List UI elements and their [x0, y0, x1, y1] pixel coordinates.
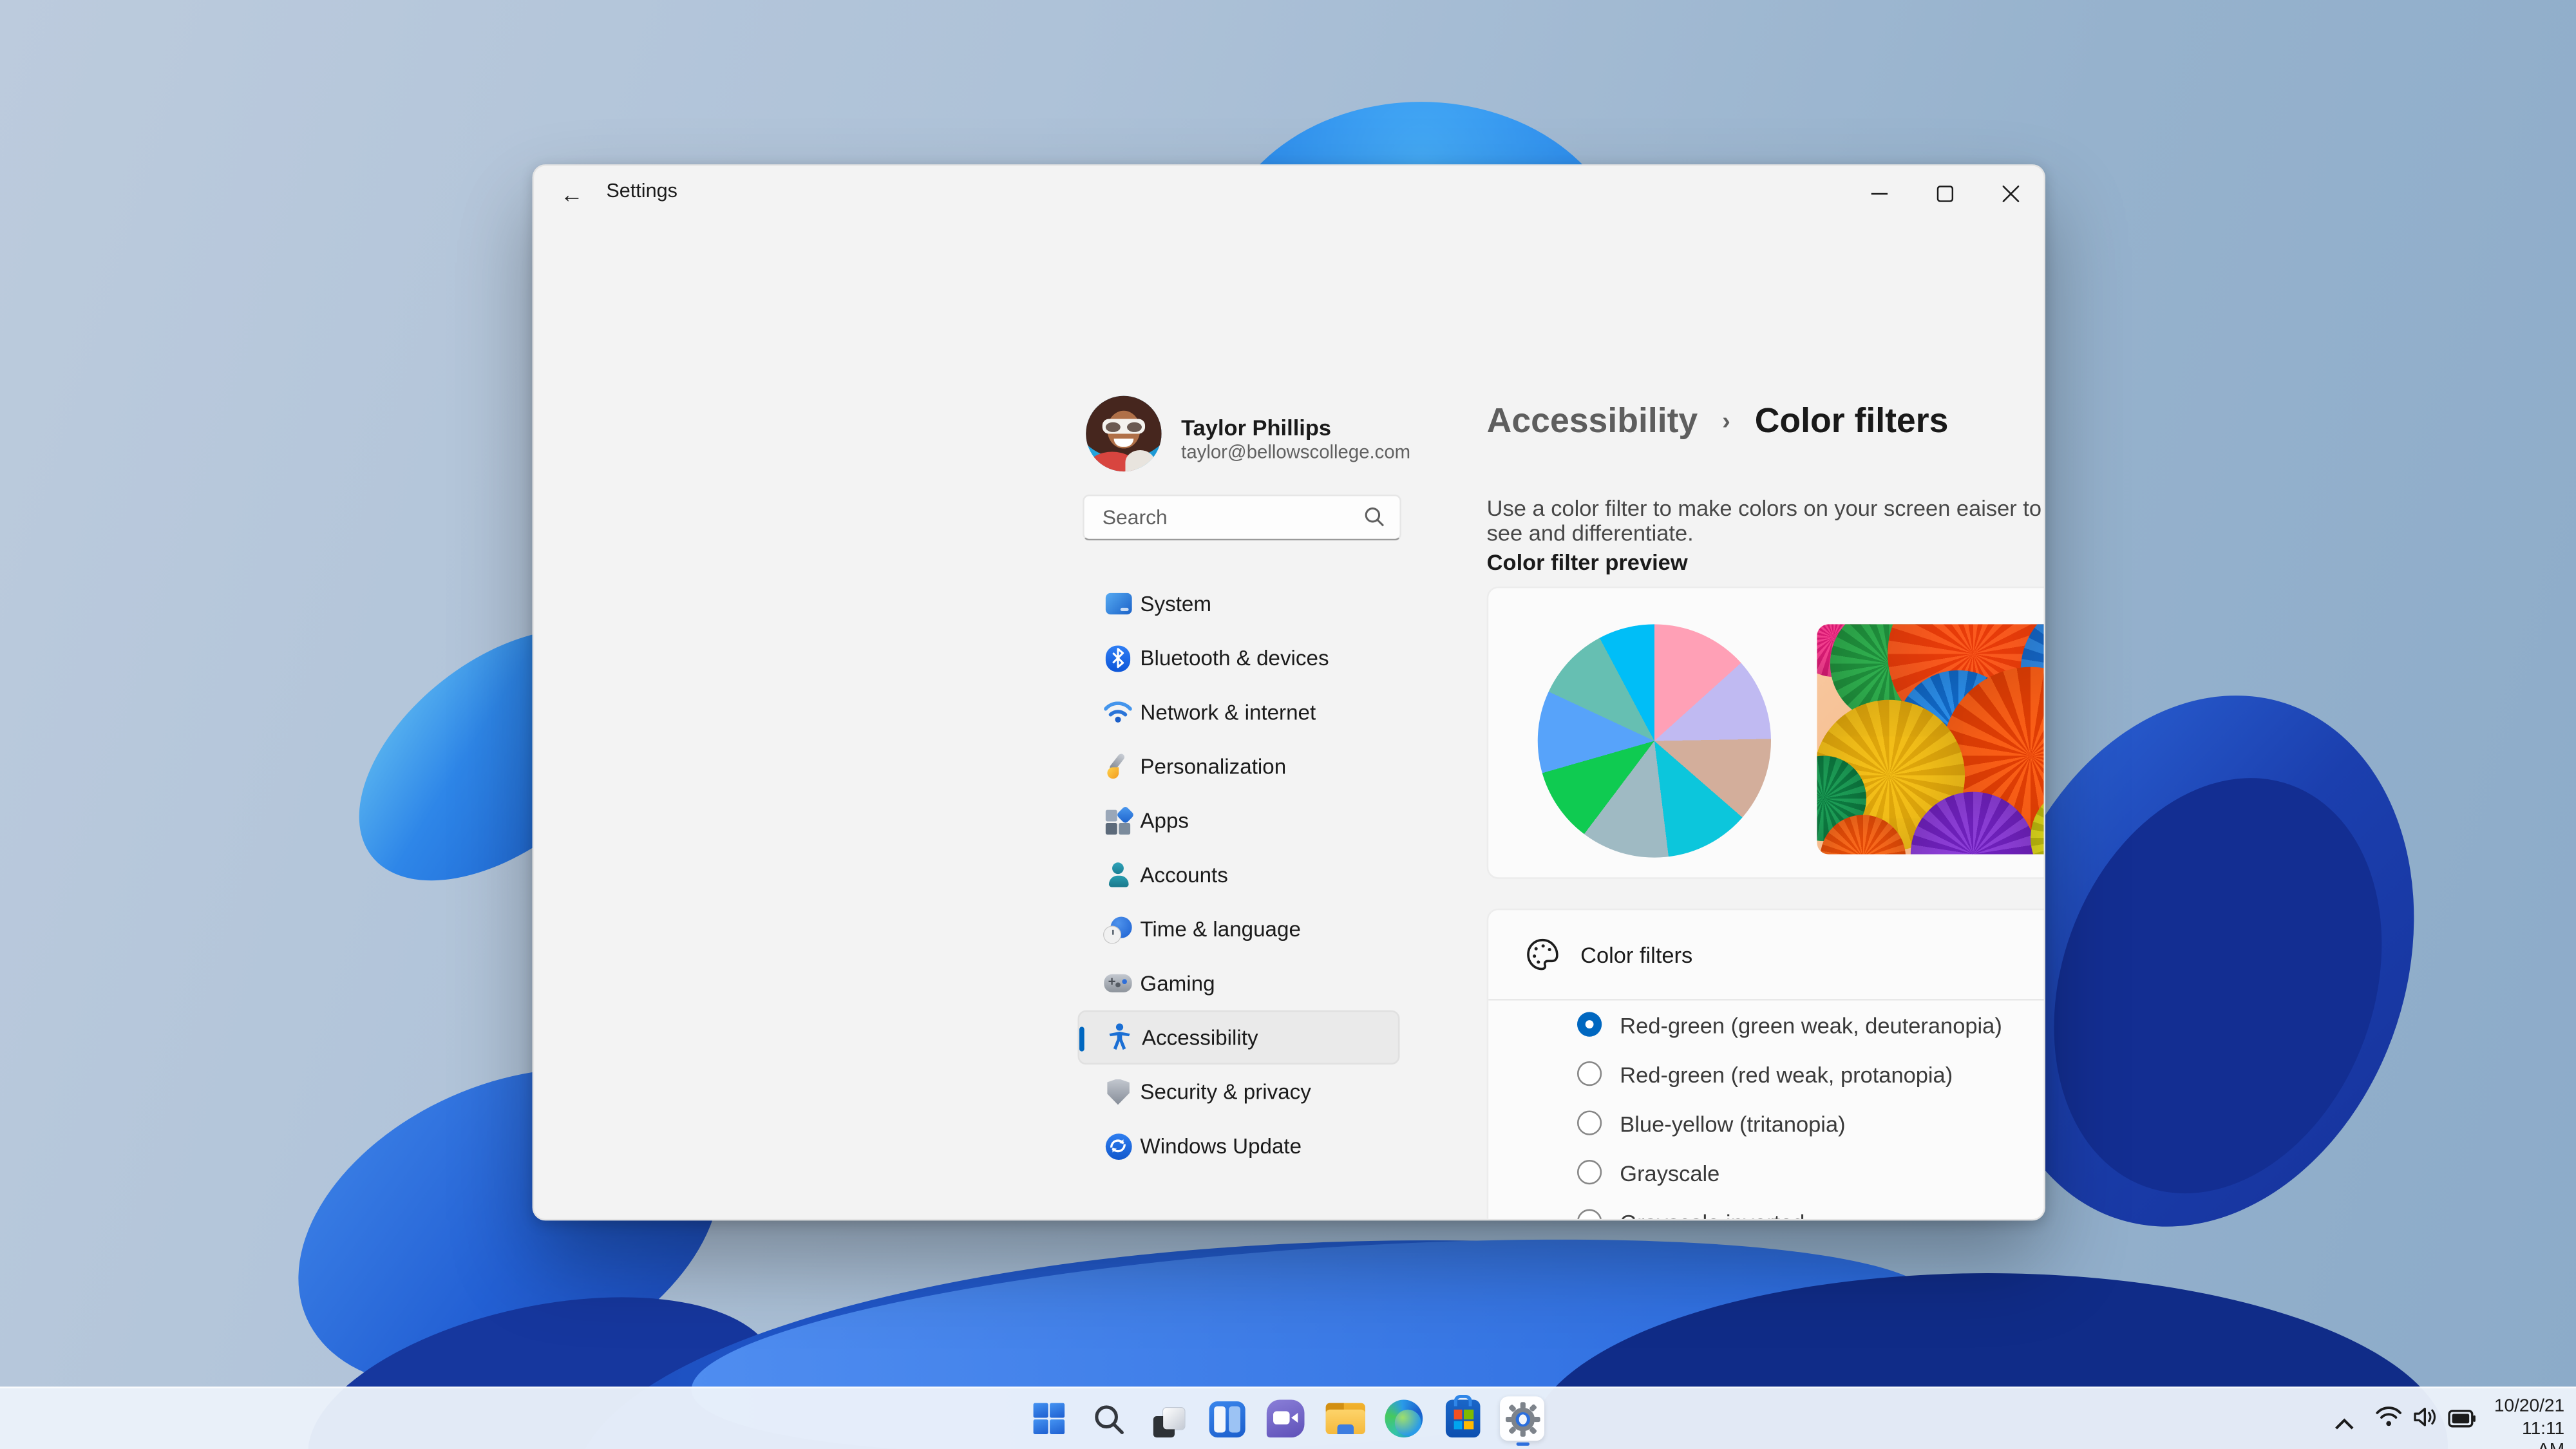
chat-button[interactable] [1264, 1396, 1308, 1441]
chat-icon [1266, 1399, 1305, 1438]
system-icon [1104, 590, 1132, 618]
sidebar-item-apps[interactable]: Apps [1077, 793, 1399, 848]
titlebar[interactable]: ← Settings [534, 166, 2043, 222]
search-icon [1094, 1405, 1123, 1434]
widgets-button[interactable] [1204, 1396, 1249, 1441]
bluetooth-icon [1104, 644, 1132, 672]
breadcrumb-parent[interactable]: Accessibility [1487, 402, 1698, 440]
windows-logo-icon [1032, 1402, 1065, 1435]
avatar[interactable] [1086, 395, 1162, 472]
gamepad-icon [1104, 969, 1132, 997]
radio-unselected[interactable] [1577, 1061, 1602, 1086]
time-language-icon [1104, 915, 1132, 943]
option-blue-yellow-tritanopia[interactable]: Blue-yellow (tritanopia) [1488, 1099, 2043, 1149]
palette-icon [1524, 936, 1560, 972]
clock[interactable]: 10/20/21 11:11 AM [2494, 1396, 2564, 1449]
sidebar-item-gaming[interactable]: Gaming [1077, 956, 1399, 1010]
chevron-right-icon: › [1722, 407, 1730, 436]
sidebar-item-accounts[interactable]: Accounts [1077, 848, 1399, 902]
color-filters-label: Color filters [1580, 943, 1693, 968]
gear-icon [1504, 1401, 1540, 1436]
accounts-icon [1104, 861, 1132, 889]
color-filters-card: Color filters On Red-green (green weak, … [1486, 908, 2044, 1219]
search-icon [1365, 507, 1385, 527]
file-explorer-button[interactable] [1323, 1396, 1367, 1441]
search-input[interactable]: Search [1083, 494, 1402, 541]
wifi-status-icon[interactable] [2376, 1406, 2402, 1436]
pie-chart [1537, 624, 1771, 858]
tray-chevron-up-icon[interactable] [2334, 1410, 2354, 1439]
color-filters-header[interactable]: Color filters On [1488, 910, 2044, 1001]
breadcrumb: Accessibility › Color filters [1487, 402, 1949, 442]
option-red-green-deuteranopia[interactable]: Red-green (green weak, deuteranopia) [1488, 1001, 2043, 1050]
back-button[interactable]: ← [547, 169, 596, 219]
search-placeholder: Search [1102, 506, 1168, 529]
page-description: Use a color filter to make colors on you… [1486, 496, 2042, 545]
paintbrush-icon [1104, 752, 1132, 780]
option-grayscale[interactable]: Grayscale [1488, 1148, 2043, 1198]
sidebar-item-security-privacy[interactable]: Security & privacy [1077, 1065, 1399, 1119]
sidebar-item-personalization[interactable]: Personalization [1077, 739, 1399, 793]
edge-button[interactable] [1381, 1396, 1426, 1441]
page-title: Color filters [1754, 402, 1949, 440]
start-button[interactable] [1027, 1396, 1071, 1441]
profile-name: Taylor Phillips [1181, 415, 1332, 440]
close-button[interactable] [1978, 166, 2043, 222]
sidebar-nav: System Bluetooth & devices Network & int… [1077, 576, 1400, 1173]
taskbar: 10/20/21 11:11 AM [0, 1387, 2576, 1449]
tray-time: 11:11 AM [2522, 1418, 2565, 1449]
task-view-icon [1148, 1401, 1187, 1437]
shield-icon [1104, 1077, 1132, 1105]
filter-options-list: Red-green (green weak, deuteranopia) Red… [1488, 1001, 2043, 1219]
settings-button[interactable] [1500, 1396, 1544, 1446]
option-red-green-protanopia[interactable]: Red-green (red weak, protanopia) [1488, 1050, 2043, 1099]
folder-icon [1325, 1403, 1365, 1435]
sidebar-item-time-language[interactable]: Time & language [1077, 902, 1399, 956]
screen: ← Settings Taylor Phillips taylor@bellow… [0, 0, 2576, 1449]
store-button[interactable] [1441, 1394, 1485, 1441]
sidebar-item-accessibility[interactable]: Accessibility [1077, 1010, 1400, 1065]
radio-unselected[interactable] [1577, 1160, 1602, 1185]
volume-status-icon[interactable] [2413, 1406, 2438, 1436]
accessibility-icon [1106, 1023, 1133, 1051]
radio-selected[interactable] [1577, 1012, 1602, 1037]
radio-unselected[interactable] [1577, 1110, 1602, 1135]
battery-status-icon[interactable] [2448, 1406, 2476, 1436]
preview-section-label: Color filter preview [1486, 550, 1688, 575]
sidebar-item-network-internet[interactable]: Network & internet [1077, 685, 1399, 739]
profile-email: taylor@bellowscollege.com [1181, 443, 1411, 464]
task-view-button[interactable] [1145, 1396, 1189, 1441]
radio-unselected[interactable] [1577, 1209, 1602, 1219]
sidebar-item-windows-update[interactable]: Windows Update [1077, 1119, 1399, 1173]
taskbar-search-button[interactable] [1086, 1396, 1130, 1441]
tray-date: 10/20/21 [2494, 1396, 2565, 1416]
pinwheels-photo [1817, 624, 2044, 855]
maximize-button[interactable] [1912, 166, 1978, 222]
minimize-button[interactable] [1846, 166, 1912, 222]
wifi-icon [1104, 698, 1132, 726]
window-title: Settings [606, 179, 677, 202]
store-icon [1445, 1394, 1481, 1438]
apps-icon [1104, 804, 1134, 835]
widgets-icon [1208, 1400, 1245, 1437]
sidebar-item-system[interactable]: System [1077, 576, 1399, 630]
edge-icon [1385, 1399, 1423, 1438]
settings-window: ← Settings Taylor Phillips taylor@bellow… [532, 164, 2046, 1221]
sidebar-item-bluetooth-devices[interactable]: Bluetooth & devices [1077, 631, 1399, 685]
color-filter-preview-card: Red Orange Yellow [1486, 586, 2044, 879]
option-grayscale-inverted[interactable]: Grayscale inverted [1488, 1198, 2043, 1219]
windows-update-icon [1104, 1132, 1132, 1160]
